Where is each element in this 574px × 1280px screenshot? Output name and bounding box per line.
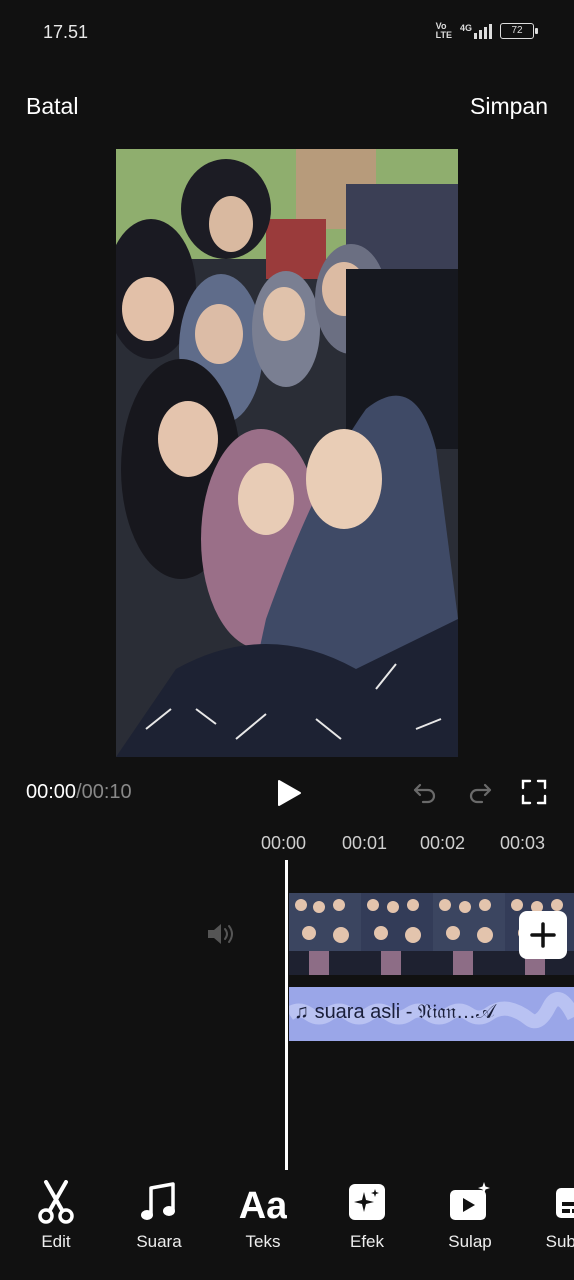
audio-label: ♫ suara asli - 𝔑𝔦𝔞𝔫…𝒜 (294, 1001, 495, 1023)
svg-text:Aa: Aa (239, 1185, 287, 1224)
ruler-mark: 00:03 (500, 833, 546, 853)
current-time: 00:00 (26, 781, 77, 803)
ruler-mark: 00:00 (261, 833, 307, 853)
ruler-mark: 00:01 (342, 833, 388, 853)
signal-icon: 4G (460, 23, 492, 39)
sparkle-icon (349, 1184, 385, 1220)
magic-video-icon (450, 1182, 490, 1220)
tool-teks[interactable]: Aa Teks (223, 1180, 303, 1252)
tool-efek[interactable]: Efek (327, 1180, 407, 1252)
tool-suara[interactable]: Suara (119, 1180, 199, 1252)
play-icon[interactable] (276, 779, 302, 807)
undo-icon[interactable] (412, 779, 438, 805)
volume-icon[interactable] (205, 920, 237, 948)
video-preview[interactable] (116, 149, 458, 757)
timecode: 00:00/00:10 (26, 781, 132, 804)
status-icons: Vo LTE 4G 72 (435, 21, 538, 40)
ruler-mark: 00:02 (420, 833, 466, 853)
text-aa-icon: Aa (239, 1185, 287, 1224)
subtitle-icon (556, 1188, 574, 1218)
battery-icon: 72 (500, 23, 538, 39)
tool-subtitle[interactable]: Subtitle (534, 1180, 574, 1252)
music-note-icon (141, 1182, 175, 1220)
redo-icon[interactable] (467, 779, 493, 805)
fullscreen-icon[interactable] (521, 779, 547, 805)
status-time: 17.51 (43, 22, 89, 42)
bottom-toolbar: Edit Suara Aa Teks Efek Sulap Sub (0, 1180, 574, 1280)
volte-indicator: Vo LTE (435, 21, 452, 40)
add-clip-button[interactable] (519, 911, 567, 959)
tool-sulap[interactable]: Sulap (430, 1180, 510, 1252)
plus-icon (530, 922, 556, 948)
preview-photo (116, 149, 458, 757)
audio-track[interactable]: ♫ suara asli - 𝔑𝔦𝔞𝔫…𝒜 (289, 987, 574, 1041)
tool-edit[interactable]: Edit (16, 1180, 96, 1252)
total-time: 00:10 (81, 781, 132, 803)
cancel-button[interactable]: Batal (26, 93, 78, 120)
scissors-icon (38, 1180, 74, 1224)
playhead[interactable] (285, 860, 288, 1170)
save-button[interactable]: Simpan (470, 93, 548, 120)
